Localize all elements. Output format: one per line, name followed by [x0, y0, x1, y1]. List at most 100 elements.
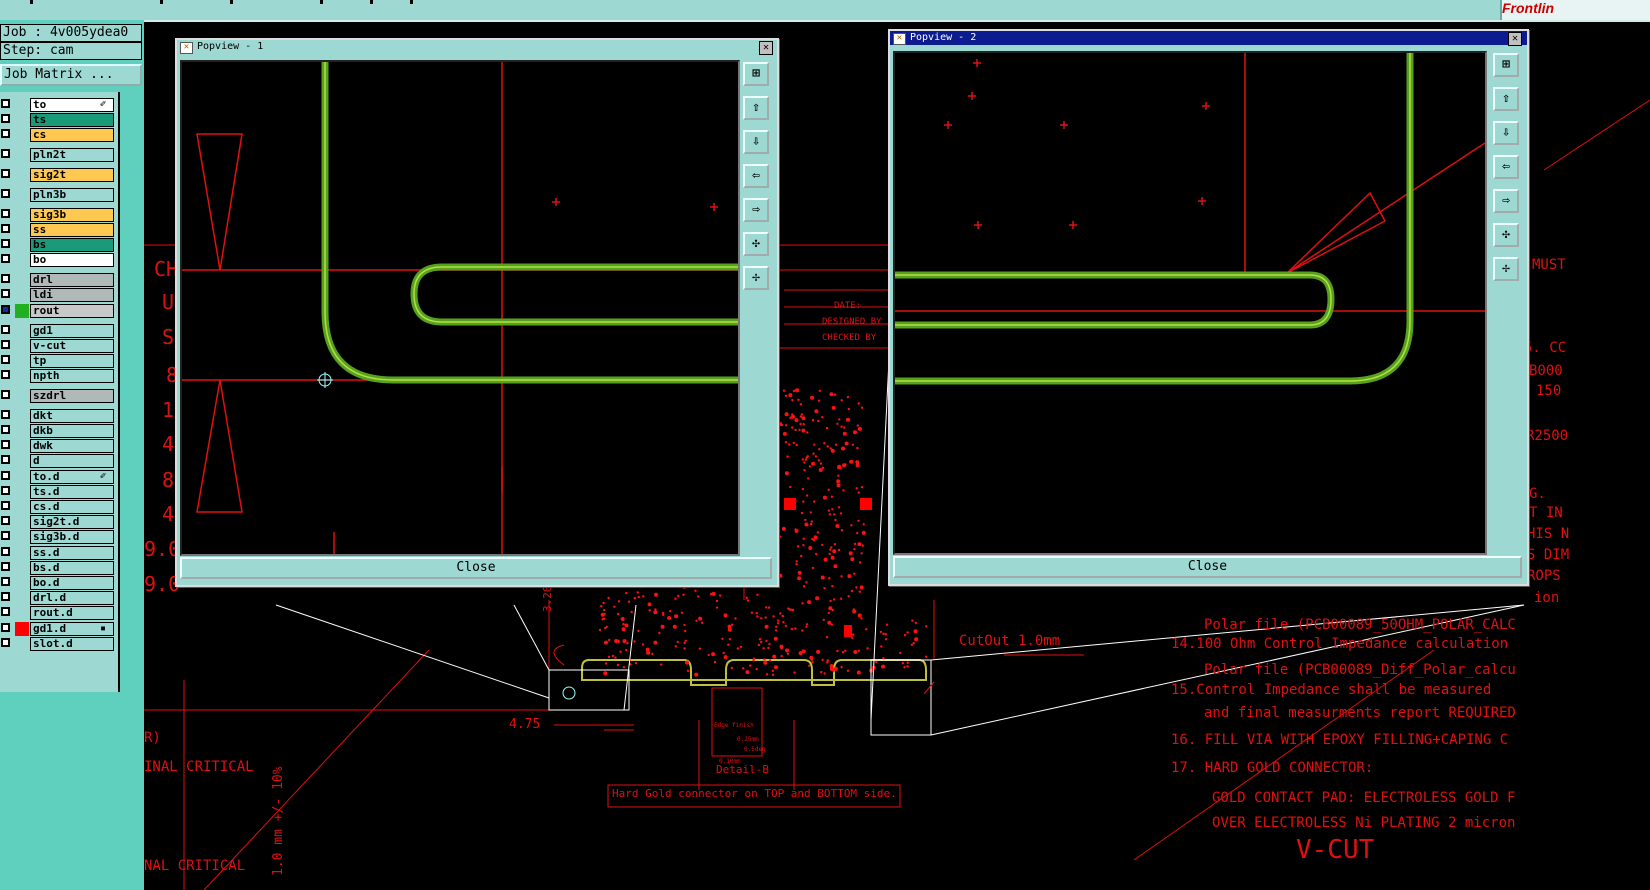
- layer-checkbox[interactable]: [1, 254, 10, 263]
- layer-row-rout[interactable]: rout: [0, 304, 118, 318]
- layer-row-ss-d[interactable]: ss.d: [0, 546, 118, 560]
- layer-row-bs-d[interactable]: bs.d: [0, 561, 118, 575]
- layer-name[interactable]: bo: [30, 253, 114, 267]
- layer-checkbox[interactable]: [1, 239, 10, 248]
- zoom-in-icon[interactable]: ✣: [743, 232, 769, 256]
- layer-checkbox[interactable]: [1, 425, 10, 434]
- layer-checkbox[interactable]: [1, 562, 10, 571]
- layer-checkbox[interactable]: [1, 305, 10, 314]
- layer-name[interactable]: v-cut: [30, 339, 114, 353]
- layer-checkbox[interactable]: [1, 114, 10, 123]
- layer-row-drl[interactable]: drl: [0, 273, 118, 287]
- layer-row-to-d[interactable]: to.d ✐: [0, 470, 118, 484]
- pan-up-icon[interactable]: ⇧: [1493, 87, 1519, 111]
- layer-checkbox[interactable]: [1, 516, 10, 525]
- layer-row-ldi[interactable]: ldi: [0, 288, 118, 302]
- layer-name[interactable]: gd1: [30, 324, 114, 338]
- layer-row-gd1[interactable]: gd1: [0, 324, 118, 338]
- layer-row-dwk[interactable]: dwk: [0, 439, 118, 453]
- pan-left-icon[interactable]: ⇦: [1493, 155, 1519, 179]
- layer-checkbox[interactable]: [1, 189, 10, 198]
- layer-row-ts[interactable]: ts: [0, 113, 118, 127]
- layer-checkbox[interactable]: [1, 169, 10, 178]
- layer-name[interactable]: sig2t: [30, 168, 114, 182]
- layer-checkbox[interactable]: [1, 224, 10, 233]
- zoom-out-icon[interactable]: ✢: [1493, 257, 1519, 281]
- layer-checkbox[interactable]: [1, 129, 10, 138]
- pan-down-icon[interactable]: ⇩: [743, 130, 769, 154]
- layer-checkbox[interactable]: [1, 209, 10, 218]
- layer-checkbox[interactable]: [1, 410, 10, 419]
- layer-name[interactable]: bo.d: [30, 576, 114, 590]
- layer-row-sig3b[interactable]: sig3b: [0, 208, 118, 222]
- layer-row-sig2t-d[interactable]: sig2t.d: [0, 515, 118, 529]
- layer-name[interactable]: rout: [30, 304, 114, 318]
- close-icon[interactable]: ✕: [759, 41, 773, 55]
- layer-name[interactable]: bs.d: [30, 561, 114, 575]
- layer-checkbox[interactable]: [1, 623, 10, 632]
- layer-name[interactable]: szdrl: [30, 389, 114, 403]
- layer-name[interactable]: tp: [30, 354, 114, 368]
- layer-name[interactable]: ss: [30, 223, 114, 237]
- layer-row-ss[interactable]: ss: [0, 223, 118, 237]
- layer-row-npth[interactable]: npth: [0, 369, 118, 383]
- layer-checkbox[interactable]: [1, 149, 10, 158]
- layer-checkbox[interactable]: [1, 274, 10, 283]
- layer-row-sig3b-d[interactable]: sig3b.d: [0, 530, 118, 544]
- layer-row-cs[interactable]: cs: [0, 128, 118, 142]
- layer-checkbox[interactable]: [1, 501, 10, 510]
- popview-2-close-button[interactable]: Close: [893, 556, 1522, 578]
- popview-1-canvas[interactable]: [180, 60, 740, 556]
- layer-checkbox[interactable]: [1, 592, 10, 601]
- layer-row-drl-d[interactable]: drl.d: [0, 591, 118, 605]
- layer-row-pln3b[interactable]: pln3b: [0, 188, 118, 202]
- layer-name[interactable]: ss.d: [30, 546, 114, 560]
- layer-checkbox[interactable]: [1, 355, 10, 364]
- layer-checkbox[interactable]: [1, 325, 10, 334]
- job-matrix-button[interactable]: Job Matrix ...: [0, 64, 142, 86]
- layer-row-pln2t[interactable]: pln2t: [0, 148, 118, 162]
- popview-2-titlebar[interactable]: ✕ Popview - 2: [890, 31, 1527, 45]
- layer-name[interactable]: dkt: [30, 409, 114, 423]
- close-icon[interactable]: ✕: [1508, 32, 1522, 46]
- popview-1-titlebar[interactable]: ✕ Popview - 1: [177, 40, 777, 54]
- zoom-out-icon[interactable]: ✢: [743, 266, 769, 290]
- layer-name[interactable]: sig3b: [30, 208, 114, 222]
- zoom-in-icon[interactable]: ✣: [1493, 223, 1519, 247]
- layer-checkbox[interactable]: [1, 340, 10, 349]
- layer-name[interactable]: ts.d: [30, 485, 114, 499]
- layer-name[interactable]: drl.d: [30, 591, 114, 605]
- layer-checkbox[interactable]: [1, 99, 10, 108]
- layer-name[interactable]: pln3b: [30, 188, 114, 202]
- pan-left-icon[interactable]: ⇦: [743, 164, 769, 188]
- layer-row-tp[interactable]: tp: [0, 354, 118, 368]
- layer-checkbox[interactable]: [1, 440, 10, 449]
- layer-name[interactable]: rout.d: [30, 606, 114, 620]
- popview-1-close-button[interactable]: Close: [180, 557, 772, 579]
- layer-checkbox[interactable]: [1, 638, 10, 647]
- layer-row-to[interactable]: to ✐: [0, 98, 118, 112]
- layer-checkbox[interactable]: [1, 455, 10, 464]
- zoom-home-icon[interactable]: ⊞: [1493, 53, 1519, 77]
- pan-right-icon[interactable]: ⇨: [743, 198, 769, 222]
- layer-row-dkt[interactable]: dkt: [0, 409, 118, 423]
- layer-checkbox[interactable]: [1, 289, 10, 298]
- layer-checkbox[interactable]: [1, 390, 10, 399]
- layer-name[interactable]: npth: [30, 369, 114, 383]
- layer-row-gd1-d[interactable]: gd1.d ▪: [0, 622, 118, 636]
- pan-right-icon[interactable]: ⇨: [1493, 189, 1519, 213]
- layer-row-rout-d[interactable]: rout.d: [0, 606, 118, 620]
- layer-name[interactable]: bs: [30, 238, 114, 252]
- pan-up-icon[interactable]: ⇧: [743, 96, 769, 120]
- layer-checkbox[interactable]: [1, 471, 10, 480]
- layer-checkbox[interactable]: [1, 531, 10, 540]
- layer-row-v-cut[interactable]: v-cut: [0, 339, 118, 353]
- layer-row-ts-d[interactable]: ts.d: [0, 485, 118, 499]
- layer-name[interactable]: cs.d: [30, 500, 114, 514]
- zoom-home-icon[interactable]: ⊞: [743, 62, 769, 86]
- layer-row-szdrl[interactable]: szdrl: [0, 389, 118, 403]
- layer-name[interactable]: sig2t.d: [30, 515, 114, 529]
- layer-row-d[interactable]: d: [0, 454, 118, 468]
- layer-name[interactable]: d: [30, 454, 114, 468]
- layer-name[interactable]: drl: [30, 273, 114, 287]
